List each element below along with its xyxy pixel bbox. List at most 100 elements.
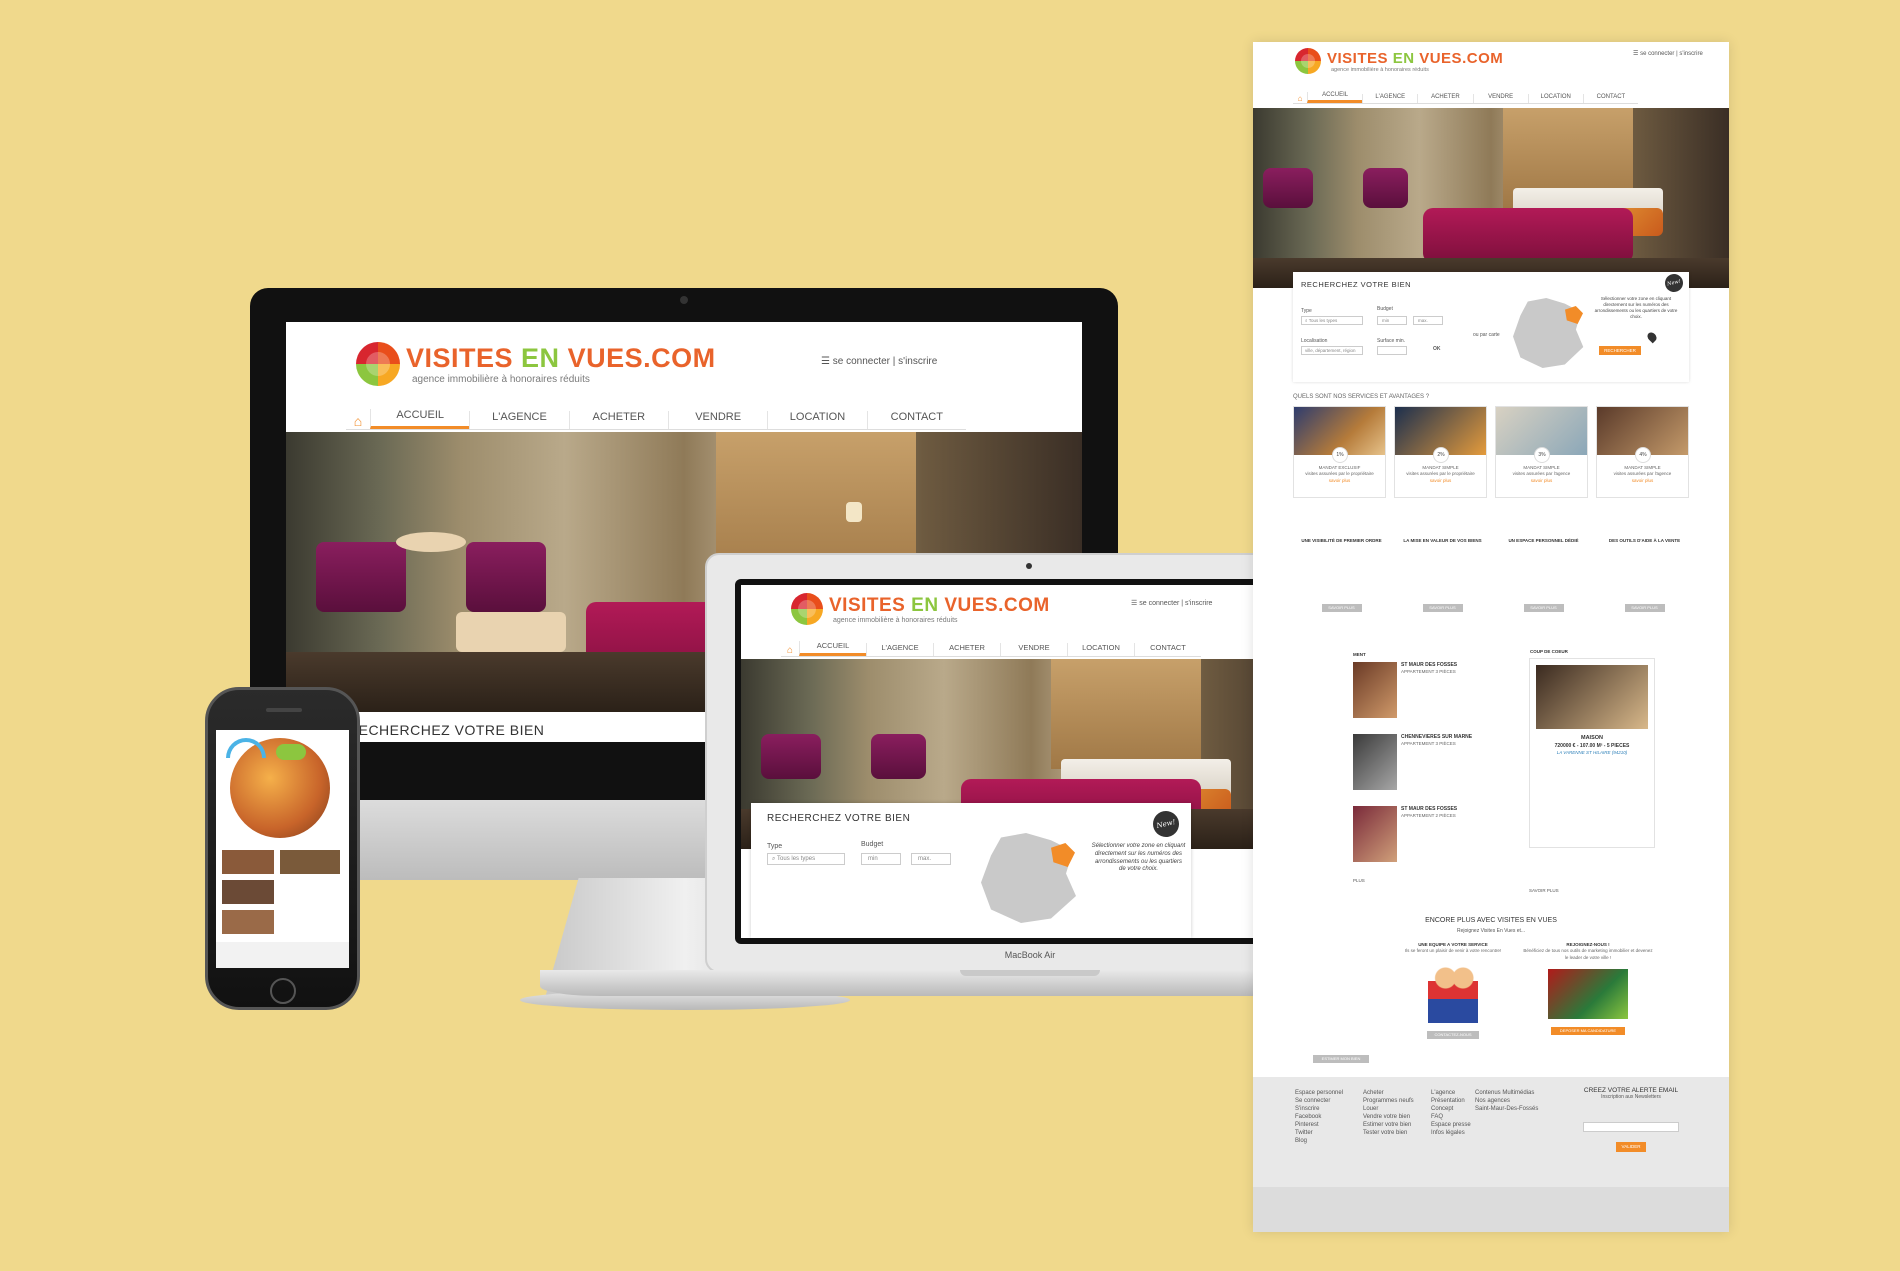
nav-location[interactable]: LOCATION	[1527, 94, 1583, 103]
type-label: Type	[767, 843, 783, 850]
footer-link[interactable]: Acheter	[1363, 1089, 1414, 1097]
service-card[interactable]: 2% MANDAT SIMPLE visites assurées par le…	[1394, 406, 1487, 498]
brand-tagline: agence immobilière à honoraires réduits	[412, 374, 590, 385]
phone-home-button[interactable]	[270, 978, 296, 1004]
budget-label: Budget	[861, 841, 884, 848]
nav-agence[interactable]: L'AGENCE	[1362, 94, 1417, 103]
footer-link[interactable]: Infos légales	[1431, 1129, 1471, 1137]
footer-link[interactable]: Facebook	[1295, 1113, 1343, 1121]
nav-vendre[interactable]: VENDRE	[1000, 643, 1067, 656]
listing-item[interactable]: CHENNEVIERES SUR MARNE APPARTEMENT 3 PIÈC…	[1353, 734, 1513, 806]
login-link[interactable]: se connecter	[1139, 600, 1179, 607]
login-link[interactable]: se connecter	[833, 356, 890, 367]
footer-link[interactable]: Saint-Maur-Des-Fossés	[1475, 1105, 1538, 1113]
budget-max-input[interactable]: max.	[911, 853, 951, 865]
featured-price: 720000 € - 107.00 M² - 5 PIÈCES	[1554, 742, 1630, 749]
footer-link[interactable]: Concept	[1431, 1105, 1471, 1113]
footer-link[interactable]: Contenus Multimédias	[1475, 1089, 1538, 1097]
nav-vendre[interactable]: VENDRE	[1472, 94, 1528, 103]
signup-link[interactable]: s'inscrire	[1185, 600, 1212, 607]
footer-link[interactable]: Tester votre bien	[1363, 1129, 1414, 1137]
feature-more-button[interactable]: SAVOIR PLUS	[1624, 604, 1665, 613]
phone-listing-3[interactable]	[222, 910, 274, 934]
listings-more-link[interactable]: PLUS	[1353, 878, 1513, 884]
footer-link[interactable]: Estimer votre bien	[1363, 1121, 1414, 1129]
apply-button[interactable]: DEPOSER MA CANDIDATURE	[1551, 1026, 1625, 1035]
featured-card[interactable]: COUP DE COEUR MAISON 720000 € - 107.00 M…	[1529, 649, 1655, 848]
fullpage-mockup: VISITES EN VUES.COM agence immobilière à…	[1253, 42, 1729, 1232]
surface-input[interactable]	[1377, 346, 1407, 355]
footer-link[interactable]: Espace personnel	[1295, 1089, 1343, 1097]
contact-button[interactable]: CONTACTEZ-NOUS	[1427, 1030, 1479, 1039]
alert-subtitle: Inscription aux Newsletters	[1601, 1094, 1661, 1100]
email-input[interactable]	[1583, 1122, 1679, 1132]
nav-accueil[interactable]: ACCUEIL	[799, 641, 866, 656]
site-logo[interactable]: VISITES EN VUES.COM agence immobilière à…	[356, 342, 716, 386]
feature-more-button[interactable]: SAVOIR PLUS	[1321, 604, 1362, 613]
footer-link[interactable]: Twitter	[1295, 1129, 1343, 1137]
signup-link[interactable]: s'inscrire	[898, 356, 937, 367]
feature-more-button[interactable]: SAVOIR PLUS	[1422, 604, 1463, 613]
footer-link[interactable]: Espace presse	[1431, 1121, 1471, 1129]
service-card[interactable]: 4% MANDAT SIMPLE visites assurées par l'…	[1596, 406, 1689, 498]
footer-link[interactable]: S'inscrire	[1295, 1105, 1343, 1113]
budget-min-input[interactable]: min	[861, 853, 901, 865]
join-illustration	[1548, 968, 1628, 1019]
nav-contact[interactable]: CONTACT	[1134, 643, 1201, 656]
home-icon[interactable]: ⌂	[346, 413, 370, 429]
footer-link[interactable]: Programmes neufs	[1363, 1097, 1414, 1105]
featured-more-link[interactable]: SAVOIR PLUS	[1529, 888, 1559, 894]
footer-link[interactable]: Blog	[1295, 1137, 1343, 1145]
nav-accueil[interactable]: ACCUEIL	[1307, 92, 1363, 103]
footer-link[interactable]: Pinterest	[1295, 1121, 1343, 1129]
service-card[interactable]: 1% MANDAT EXCLUSIF visites assurées par …	[1293, 406, 1386, 498]
type-select[interactable]: ⌕ Tous les types	[767, 853, 845, 865]
service-card[interactable]: 3% MANDAT SIMPLE visites assurées par l'…	[1495, 406, 1588, 498]
footer-link[interactable]: Louer	[1363, 1105, 1414, 1113]
fp-account-links: ☰ se connecter | s'inscrire	[1633, 51, 1703, 57]
footer-link[interactable]: Vendre votre bien	[1363, 1113, 1414, 1121]
nav-location[interactable]: LOCATION	[1067, 643, 1134, 656]
alert-validate-button[interactable]: VALIDER	[1616, 1142, 1646, 1152]
footer-link[interactable]: FAQ	[1431, 1113, 1471, 1121]
fp-site-logo[interactable]: VISITES EN VUES.COM agence immobilière à…	[1295, 48, 1503, 74]
signup-link[interactable]: s'inscrire	[1679, 51, 1702, 57]
macbook-notch	[960, 970, 1100, 976]
nav-vendre[interactable]: VENDRE	[667, 411, 767, 429]
footer-link[interactable]: Nos agences	[1475, 1097, 1538, 1105]
home-icon[interactable]: ⌂	[1293, 94, 1307, 103]
listing-item[interactable]: ST MAUR DES FOSSES APPARTEMENT 2 PIÈCES	[1353, 806, 1513, 878]
main-nav: ⌂ ACCUEIL L'AGENCE ACHETER VENDRE LOCATI…	[346, 402, 966, 430]
localisation-input[interactable]: ville, département, région	[1301, 346, 1363, 355]
new-badge: New!	[1663, 272, 1685, 294]
search-button[interactable]: RECHERCHER	[1599, 346, 1641, 355]
nav-acheter[interactable]: ACHETER	[1417, 94, 1472, 103]
nav-agence[interactable]: L'AGENCE	[469, 411, 568, 429]
listing-item[interactable]: ST MAUR DES FOSSES APPARTEMENT 3 PIÈCES	[1353, 662, 1513, 734]
login-link[interactable]: se connecter	[1640, 51, 1674, 57]
nav-acheter[interactable]: ACHETER	[933, 643, 1000, 656]
budget-min-input[interactable]: min	[1377, 316, 1407, 325]
budget-max-input[interactable]: max.	[1413, 316, 1443, 325]
nav-contact[interactable]: CONTACT	[1582, 94, 1638, 103]
nav-contact[interactable]: CONTACT	[866, 411, 966, 429]
phone-featured[interactable]	[280, 850, 340, 874]
home-icon[interactable]: ⌂	[781, 645, 799, 656]
nav-accueil[interactable]: ACCUEIL	[370, 409, 470, 429]
footer-link[interactable]: Se connecter	[1295, 1097, 1343, 1105]
phone-listing-1[interactable]	[222, 850, 274, 874]
nav-acheter[interactable]: ACHETER	[568, 411, 668, 429]
nav-location[interactable]: LOCATION	[767, 411, 866, 429]
phone-listing-2[interactable]	[222, 880, 274, 904]
ok-button[interactable]: OK	[1433, 346, 1441, 352]
team-illustration	[1428, 962, 1478, 1023]
type-select[interactable]: ⌕ Tous les types	[1301, 316, 1363, 325]
footer-link[interactable]: L'agence	[1431, 1089, 1471, 1097]
footer-link[interactable]: Présentation	[1431, 1097, 1471, 1105]
map-pin-icon	[1645, 330, 1659, 344]
laptop-site-logo[interactable]: VISITES EN VUES.COM agence immobilière à…	[791, 593, 1050, 625]
nav-agence[interactable]: L'AGENCE	[866, 643, 933, 656]
search-icon: ⌕	[772, 855, 776, 862]
feature-more-button[interactable]: SAVOIR PLUS	[1523, 604, 1564, 613]
estimate-button[interactable]: ESTIMER MON BIEN	[1313, 1055, 1369, 1063]
